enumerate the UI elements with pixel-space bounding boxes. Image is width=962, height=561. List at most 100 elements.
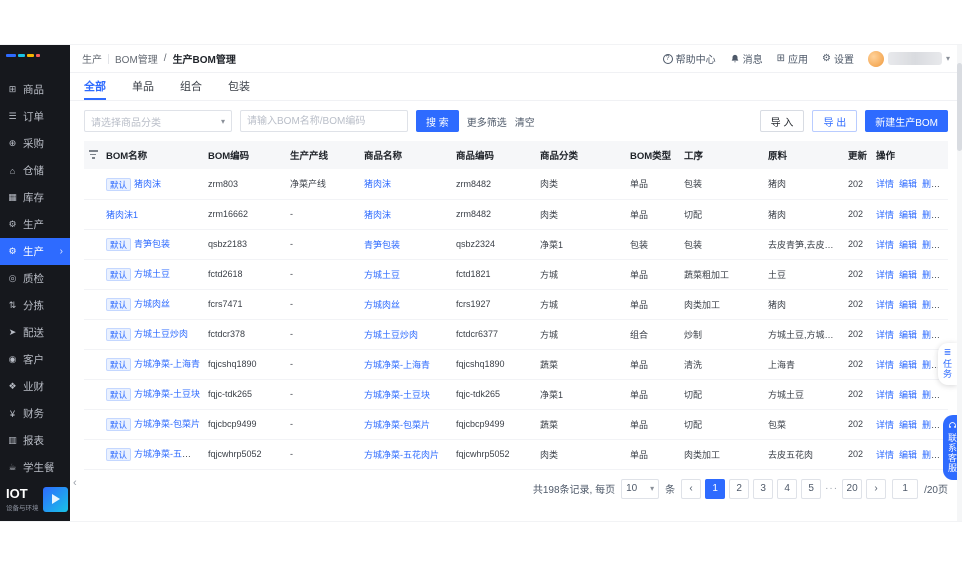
page-size-select[interactable]: 10 ▾ (621, 478, 660, 499)
row-icon-cell (84, 199, 102, 230)
user-menu[interactable]: ▾ (867, 50, 950, 67)
pager-page-3[interactable]: 3 (753, 478, 774, 499)
breadcrumb-module[interactable]: 生产 (82, 51, 102, 66)
product-name-link[interactable]: 猪肉沫 (364, 210, 391, 220)
import-button[interactable]: 导 入 (759, 110, 805, 132)
product-name-link[interactable]: 方城净菜-包菜片 (364, 420, 430, 430)
settings-button[interactable]: ⚙ 设置 (822, 51, 854, 66)
product-name-link[interactable]: 方城肉丝 (364, 300, 400, 310)
sidebar-item-sorting[interactable]: ⇅ 分拣 (0, 292, 70, 319)
product-name-link[interactable]: 方城净菜-五花肉片 (364, 450, 439, 460)
more-filters-link[interactable]: 更多筛选 (467, 114, 507, 129)
pager-page-4[interactable]: 4 (777, 478, 798, 499)
keyword-input[interactable] (240, 110, 408, 132)
detail-link[interactable]: 详情 (876, 420, 894, 430)
delete-link[interactable]: 删除 (922, 300, 940, 310)
sidebar-item-production-active[interactable]: ⚙ 生产 › (0, 238, 70, 265)
filter-icon[interactable] (88, 148, 98, 159)
detail-link[interactable]: 详情 (876, 179, 894, 189)
pager-next-button[interactable]: › (866, 478, 887, 499)
bom-name-link[interactable]: 猪肉沫1 (106, 210, 138, 220)
sidebar-item-student-meal[interactable]: ☕ 学生餐 (0, 454, 70, 481)
product-name-link[interactable]: 方城净菜-上海青 (364, 360, 430, 370)
delete-link[interactable]: 删除 (922, 179, 940, 189)
detail-link[interactable]: 详情 (876, 240, 894, 250)
export-button[interactable]: 导 出 (812, 110, 858, 132)
detail-link[interactable]: 详情 (876, 300, 894, 310)
detail-link[interactable]: 详情 (876, 390, 894, 400)
pager-page-20[interactable]: 20 (842, 478, 863, 499)
sidebar-item-production[interactable]: ⚙ 生产 (0, 211, 70, 238)
help-center-button[interactable]: ? 帮助中心 (662, 51, 716, 66)
detail-link[interactable]: 详情 (876, 360, 894, 370)
sidebar-item-qc[interactable]: ◎ 质检 (0, 265, 70, 292)
sidebar-item-order[interactable]: ☰ 订单 (0, 103, 70, 130)
sidebar-item-customer[interactable]: ◉ 客户 (0, 346, 70, 373)
tab-单品[interactable]: 单品 (132, 73, 154, 100)
sidebar-item-report[interactable]: ▥ 报表 (0, 427, 70, 454)
apps-button[interactable]: ⊞ 应用 (777, 51, 808, 66)
product-name-link[interactable]: 方城土豆炒肉 (364, 330, 418, 340)
sidebar-item-warehouse[interactable]: ⌂ 仓储 (0, 157, 70, 184)
pager-page-2[interactable]: 2 (729, 478, 750, 499)
edit-link[interactable]: 编辑 (899, 210, 917, 220)
delete-link[interactable]: 删除 (922, 330, 940, 340)
scrollbar-thumb[interactable] (957, 63, 962, 151)
bom-name-link[interactable]: 方城肉丝 (134, 299, 170, 309)
bom-name-link[interactable]: 方城净菜-土豆块 (134, 389, 200, 399)
delete-link[interactable]: 删除 (922, 420, 940, 430)
bom-name-link[interactable]: 方城净菜-上海青 (134, 359, 200, 369)
bom-name-link[interactable]: 猪肉沫 (134, 179, 161, 189)
vertical-scrollbar[interactable] (957, 45, 962, 521)
bom-name-link[interactable]: 方城土豆 (134, 269, 170, 279)
edit-link[interactable]: 编辑 (899, 420, 917, 430)
category-select[interactable]: 请选择商品分类 ▾ (84, 110, 232, 132)
delete-link[interactable]: 删除 (922, 210, 940, 220)
delete-link[interactable]: 删除 (922, 450, 940, 460)
delete-link[interactable]: 删除 (922, 270, 940, 280)
tasks-float-button[interactable]: ≣ 任务 (938, 343, 957, 385)
edit-link[interactable]: 编辑 (899, 450, 917, 460)
bom-name-link[interactable]: 方城净菜-五花肉片 (134, 449, 204, 459)
edit-link[interactable]: 编辑 (899, 240, 917, 250)
edit-link[interactable]: 编辑 (899, 300, 917, 310)
sidebar-item-purchase[interactable]: ⊕ 采购 (0, 130, 70, 157)
sidebar-item-finance[interactable]: ¥ 财务 (0, 400, 70, 427)
bom-name-link[interactable]: 方城土豆炒肉 (134, 329, 188, 339)
sidebar-item-inventory[interactable]: ▦ 库存 (0, 184, 70, 211)
messages-button[interactable]: 消息 (730, 51, 763, 66)
search-button[interactable]: 搜 索 (416, 110, 459, 132)
product-name-link[interactable]: 方城净菜-土豆块 (364, 390, 430, 400)
headset-icon (949, 422, 956, 428)
pager-prev-button[interactable]: ‹ (681, 478, 702, 499)
edit-link[interactable]: 编辑 (899, 270, 917, 280)
detail-link[interactable]: 详情 (876, 210, 894, 220)
bom-name-link[interactable]: 青笋包装 (134, 239, 170, 249)
product-name-link[interactable]: 方城土豆 (364, 270, 400, 280)
sidebar-item-biz-finance[interactable]: ❖ 业财 (0, 373, 70, 400)
detail-link[interactable]: 详情 (876, 450, 894, 460)
create-bom-button[interactable]: 新建生产BOM (865, 110, 948, 132)
delete-link[interactable]: 删除 (922, 390, 940, 400)
page-jump-input[interactable]: 1 (892, 478, 919, 499)
tab-全部[interactable]: 全部 (84, 73, 106, 100)
edit-link[interactable]: 编辑 (899, 390, 917, 400)
edit-link[interactable]: 编辑 (899, 179, 917, 189)
pager-page-1[interactable]: 1 (705, 478, 726, 499)
edit-link[interactable]: 编辑 (899, 330, 917, 340)
detail-link[interactable]: 详情 (876, 270, 894, 280)
delete-link[interactable]: 删除 (922, 240, 940, 250)
sidebar-item-delivery[interactable]: ➤ 配送 (0, 319, 70, 346)
product-name-link[interactable]: 青笋包装 (364, 240, 400, 250)
bom-name-link[interactable]: 方城净菜-包菜片 (134, 419, 200, 429)
breadcrumb-parent[interactable]: BOM管理 (115, 51, 158, 66)
sidebar-item-goods[interactable]: ⊞ 商品 (0, 76, 70, 103)
scroll-left-arrow[interactable]: ‹ (73, 477, 77, 489)
tab-包装[interactable]: 包装 (228, 73, 250, 100)
clear-filters-link[interactable]: 清空 (515, 114, 535, 129)
pager-page-5[interactable]: 5 (801, 478, 822, 499)
detail-link[interactable]: 详情 (876, 330, 894, 340)
edit-link[interactable]: 编辑 (899, 360, 917, 370)
tab-组合[interactable]: 组合 (180, 73, 202, 100)
product-name-link[interactable]: 猪肉沫 (364, 179, 391, 189)
